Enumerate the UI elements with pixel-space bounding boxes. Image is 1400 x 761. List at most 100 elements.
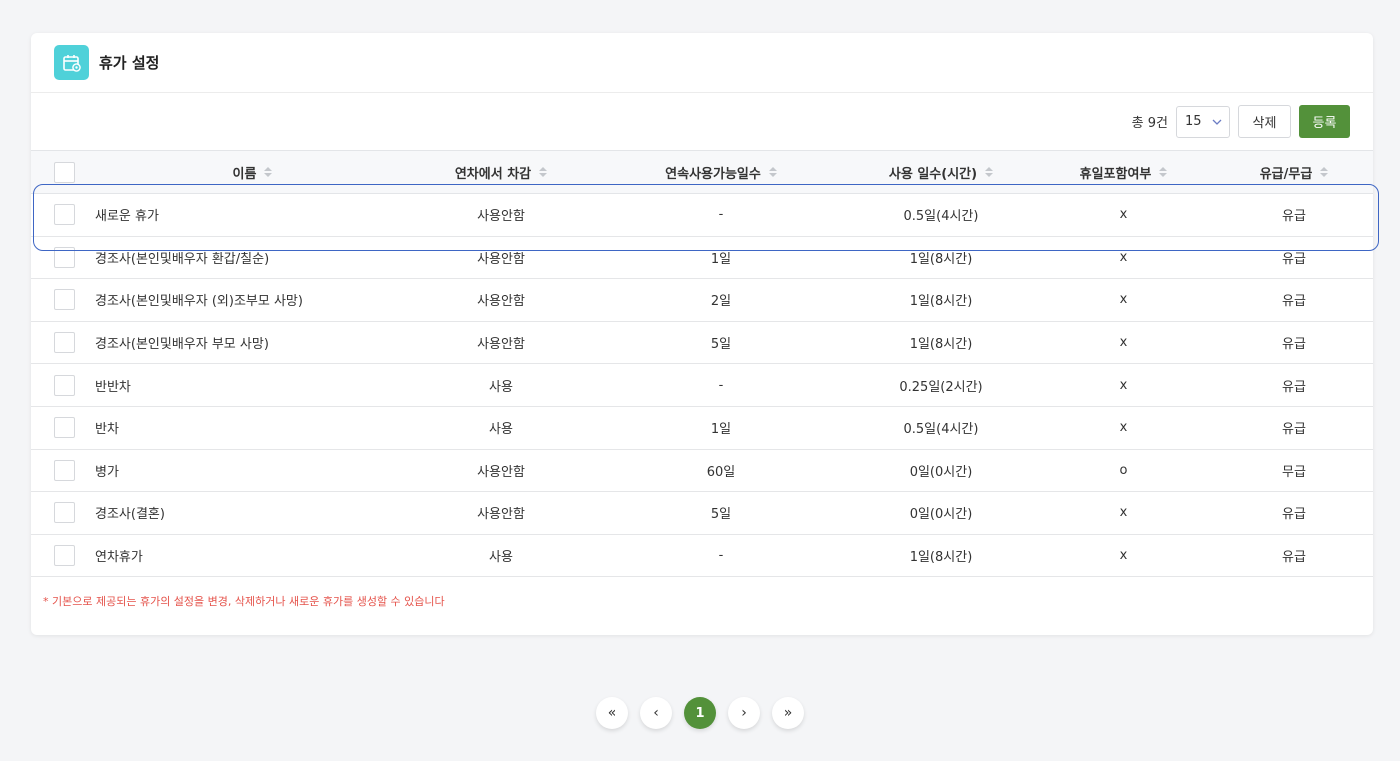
sort-icon (1159, 167, 1168, 177)
select-all-cell (31, 150, 95, 194)
cell-deduct: 사용안함 (410, 321, 592, 365)
leave-settings-card: 휴가 설정 총 9건 15 삭제 등록 이름 연차에서 차감 연속사용가능일수 … (31, 33, 1373, 635)
sort-icon (539, 167, 548, 177)
cell-usage: 0.25일(2시간) (850, 363, 1032, 407)
cell-consecutive: 5일 (592, 491, 850, 535)
table-row[interactable]: 경조사(본인및배우자 환갑/칠순) 사용안함 1일 1일(8시간) x 유급 (31, 236, 1373, 280)
column-header-consecutive-days[interactable]: 연속사용가능일수 (592, 150, 850, 194)
cell-name: 반반차 (95, 363, 410, 407)
cell-name: 경조사(결혼) (95, 491, 410, 535)
sort-icon (264, 167, 273, 177)
calendar-gear-icon (54, 45, 89, 80)
table-row[interactable]: 경조사(본인및배우자 부모 사망) 사용안함 5일 1일(8시간) x 유급 (31, 321, 1373, 365)
row-checkbox[interactable] (54, 374, 75, 396)
cell-name: 반차 (95, 406, 410, 450)
pagination: « ‹ 1 › » (0, 697, 1400, 729)
cell-usage: 0.5일(4시간) (850, 193, 1032, 237)
last-page-button[interactable]: » (772, 697, 804, 729)
row-checkbox[interactable] (54, 204, 75, 226)
row-checkbox[interactable] (54, 246, 75, 268)
sort-icon (768, 167, 777, 177)
cell-consecutive: 5일 (592, 321, 850, 365)
card-header: 휴가 설정 (31, 33, 1373, 93)
cell-paid: 유급 (1215, 534, 1373, 578)
cell-paid: 무급 (1215, 449, 1373, 493)
cell-paid: 유급 (1215, 363, 1373, 407)
notice-text: * 기본으로 제공되는 휴가의 설정을 변경, 삭제하거나 새로운 휴가를 생성… (43, 595, 445, 609)
cell-paid: 유급 (1215, 491, 1373, 535)
cell-deduct: 사용 (410, 406, 592, 450)
cell-consecutive: 2일 (592, 278, 850, 322)
cell-holiday: x (1032, 406, 1215, 450)
cell-usage: 1일(8시간) (850, 534, 1032, 578)
select-all-checkbox[interactable] (54, 161, 75, 183)
row-checkbox[interactable] (54, 545, 75, 567)
cell-holiday: x (1032, 278, 1215, 322)
cell-deduct: 사용 (410, 363, 592, 407)
cell-holiday: x (1032, 236, 1215, 280)
prev-page-button[interactable]: ‹ (640, 697, 672, 729)
cell-usage: 0일(0시간) (850, 449, 1032, 493)
row-checkbox[interactable] (54, 502, 75, 524)
table-toolbar: 총 9건 15 삭제 등록 (31, 93, 1373, 150)
cell-consecutive: - (592, 363, 850, 407)
register-button[interactable]: 등록 (1299, 105, 1350, 138)
column-header-include-holiday[interactable]: 휴일포함여부 (1032, 150, 1215, 194)
cell-usage: 1일(8시간) (850, 321, 1032, 365)
cell-consecutive: - (592, 534, 850, 578)
cell-paid: 유급 (1215, 321, 1373, 365)
column-header-usage-days[interactable]: 사용 일수(시간) (850, 150, 1032, 194)
cell-holiday: x (1032, 321, 1215, 365)
table-header-row: 이름 연차에서 차감 연속사용가능일수 사용 일수(시간) 휴일포함여부 유급/… (31, 150, 1373, 194)
first-page-button[interactable]: « (596, 697, 628, 729)
cell-consecutive: 60일 (592, 449, 850, 493)
cell-deduct: 사용안함 (410, 278, 592, 322)
cell-name: 경조사(본인및배우자 환갑/칠순) (95, 236, 410, 280)
cell-paid: 유급 (1215, 193, 1373, 237)
table-row[interactable]: 새로운 휴가 사용안함 - 0.5일(4시간) x 유급 (31, 193, 1373, 237)
cell-deduct: 사용안함 (410, 193, 592, 237)
cell-holiday: x (1032, 363, 1215, 407)
sort-icon (985, 167, 994, 177)
cell-holiday: x (1032, 534, 1215, 578)
row-checkbox[interactable] (54, 332, 75, 354)
cell-name: 연차휴가 (95, 534, 410, 578)
table-row[interactable]: 연차휴가 사용 - 1일(8시간) x 유급 (31, 534, 1373, 578)
table-row[interactable]: 반차 사용 1일 0.5일(4시간) x 유급 (31, 406, 1373, 450)
leave-table: 이름 연차에서 차감 연속사용가능일수 사용 일수(시간) 휴일포함여부 유급/… (31, 150, 1373, 578)
cell-name: 경조사(본인및배우자 부모 사망) (95, 321, 410, 365)
cell-name: 병가 (95, 449, 410, 493)
cell-usage: 0일(0시간) (850, 491, 1032, 535)
sort-icon (1320, 167, 1329, 177)
cell-deduct: 사용안함 (410, 491, 592, 535)
cell-paid: 유급 (1215, 236, 1373, 280)
column-header-paid[interactable]: 유급/무급 (1215, 150, 1373, 194)
cell-consecutive: - (592, 193, 850, 237)
cell-usage: 1일(8시간) (850, 236, 1032, 280)
total-count: 총 9건 (1131, 116, 1168, 131)
cell-holiday: x (1032, 193, 1215, 237)
cell-holiday: o (1032, 449, 1215, 493)
row-checkbox[interactable] (54, 417, 75, 439)
delete-button[interactable]: 삭제 (1238, 105, 1291, 138)
next-page-button[interactable]: › (728, 697, 760, 729)
page-size-select[interactable]: 15 (1176, 105, 1230, 138)
cell-deduct: 사용 (410, 534, 592, 578)
cell-paid: 유급 (1215, 278, 1373, 322)
cell-holiday: x (1032, 491, 1215, 535)
table-row[interactable]: 경조사(결혼) 사용안함 5일 0일(0시간) x 유급 (31, 491, 1373, 535)
page-size-value: 15 (1185, 114, 1202, 129)
row-checkbox[interactable] (54, 289, 75, 311)
cell-consecutive: 1일 (592, 406, 850, 450)
cell-usage: 0.5일(4시간) (850, 406, 1032, 450)
table-row[interactable]: 반반차 사용 - 0.25일(2시간) x 유급 (31, 363, 1373, 407)
page-button-current[interactable]: 1 (684, 697, 716, 729)
cell-usage: 1일(8시간) (850, 278, 1032, 322)
row-checkbox[interactable] (54, 459, 75, 481)
table-row[interactable]: 병가 사용안함 60일 0일(0시간) o 무급 (31, 449, 1373, 493)
column-header-name[interactable]: 이름 (95, 150, 410, 194)
column-header-deduct[interactable]: 연차에서 차감 (410, 150, 592, 194)
cell-paid: 유급 (1215, 406, 1373, 450)
cell-deduct: 사용안함 (410, 236, 592, 280)
table-row[interactable]: 경조사(본인및배우자 (외)조부모 사망) 사용안함 2일 1일(8시간) x … (31, 278, 1373, 322)
